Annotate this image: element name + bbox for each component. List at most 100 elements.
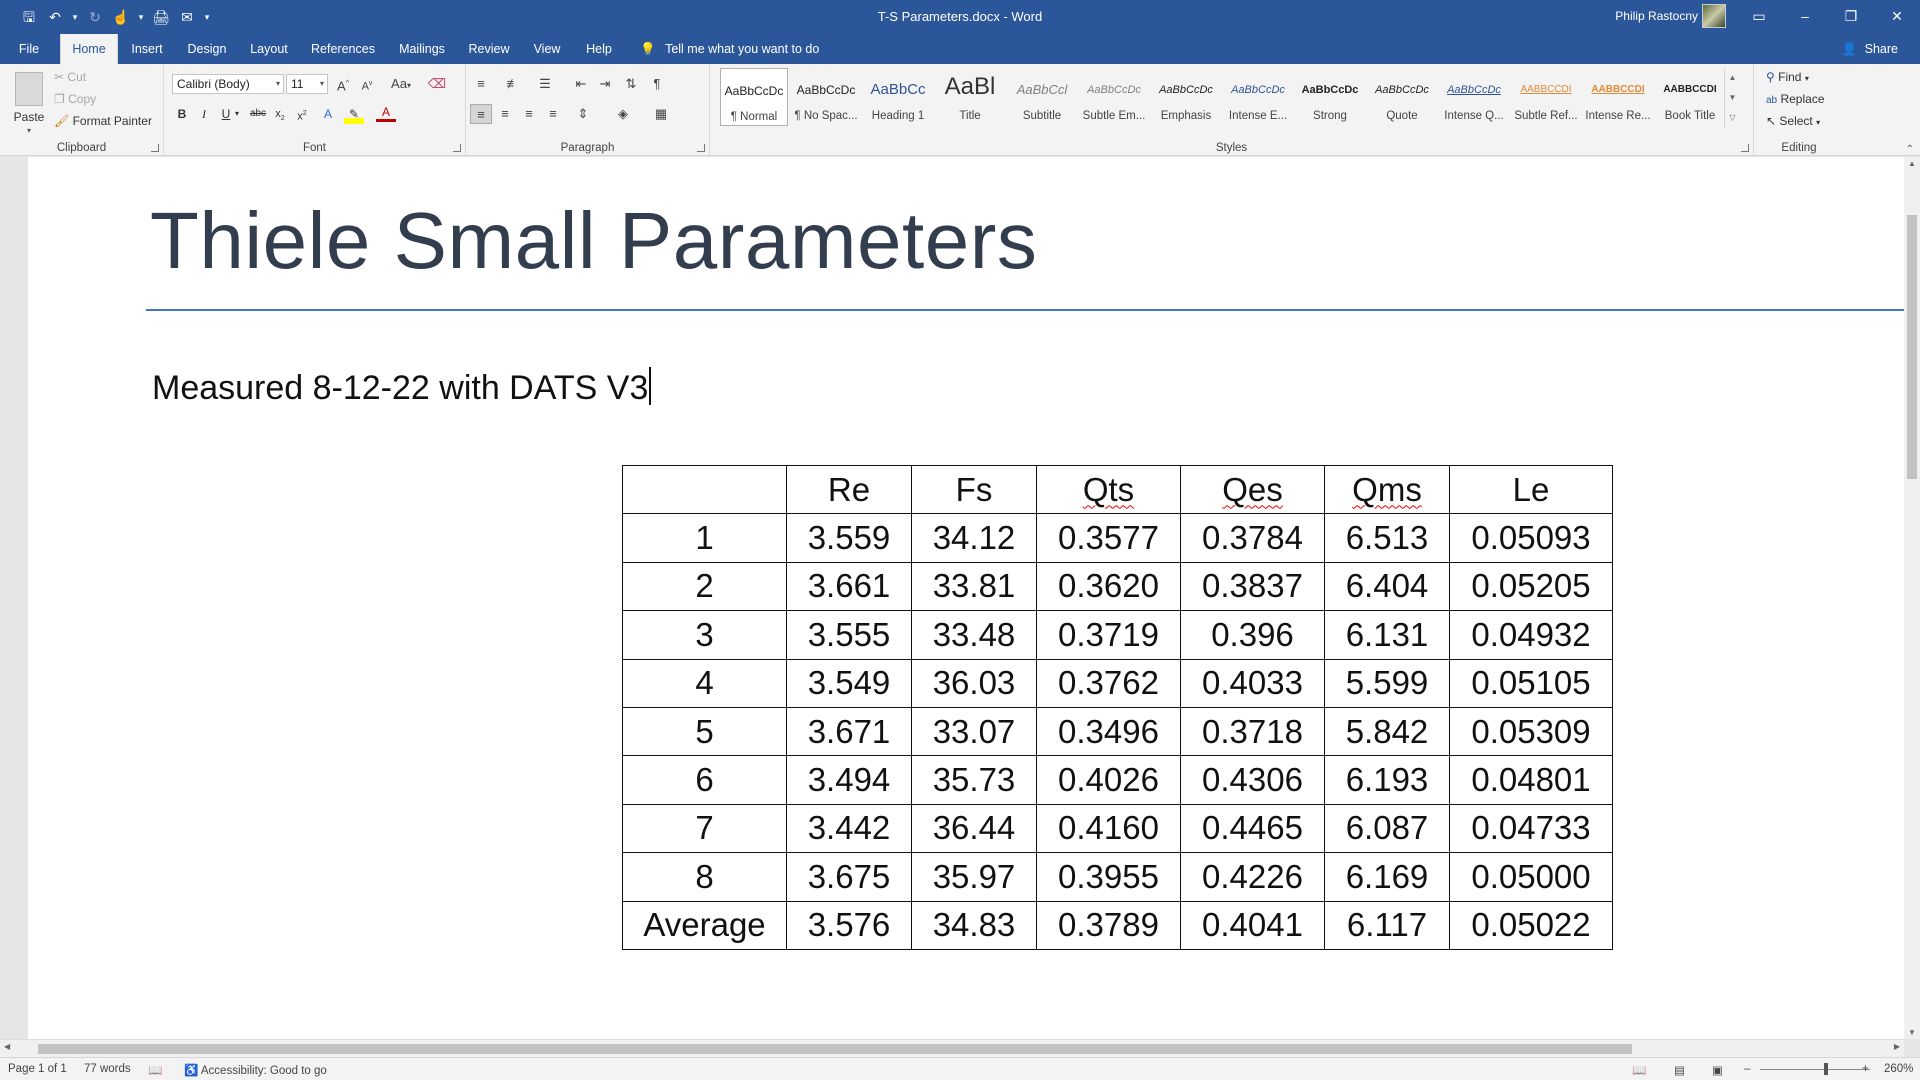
paragraph-dialog-launcher[interactable] [697,144,705,152]
italic-icon[interactable]: I [194,104,214,124]
restore-button[interactable]: ❐ [1828,0,1874,34]
table-cell[interactable]: 0.4160 [1036,803,1181,854]
table-cell[interactable]: 5.599 [1324,658,1450,708]
document-subtitle[interactable]: Measured 8-12-22 with DATS V3 [152,367,652,408]
highlight-icon[interactable]: ✎ [344,104,364,124]
collapse-ribbon-icon[interactable]: ⌃ [1906,144,1914,155]
table-cell[interactable]: 0.4026 [1036,755,1181,805]
superscript-icon[interactable]: x2 [292,104,312,124]
row-label-cell[interactable]: 1 [622,513,787,563]
tab-help[interactable]: Help [580,34,618,64]
table-cell[interactable]: 0.05105 [1449,658,1613,708]
table-header-cell[interactable]: Qms [1324,464,1450,515]
zoom-out-icon[interactable]: – [1744,1063,1750,1075]
table-cell[interactable]: 35.73 [911,755,1037,805]
print-layout-icon[interactable]: ▤ [1674,1063,1685,1077]
table-cell[interactable]: 0.3784 [1180,513,1325,563]
style-intense-quote[interactable]: AaBbCcDc Intense Q... [1440,68,1508,126]
replace-button[interactable]: ab Replace [1766,92,1825,106]
accessibility-status[interactable]: ♿ Accessibility: Good to go [184,1063,327,1077]
table-cell[interactable]: 3.576 [786,900,912,950]
tab-layout[interactable]: Layout [244,34,294,64]
table-cell[interactable]: 0.05309 [1449,706,1613,757]
row-label-cell[interactable]: 7 [622,803,787,854]
table-cell[interactable]: 35.97 [911,852,1037,902]
table-cell[interactable]: 3.559 [786,513,912,563]
select-button[interactable]: ↖ Select ▾ [1766,114,1820,128]
line-spacing-icon[interactable]: ⇕ [572,104,594,124]
table-cell[interactable]: 36.44 [911,803,1037,854]
clear-formatting-icon[interactable]: ⌫ [426,74,448,94]
table-cell[interactable]: 36.03 [911,658,1037,708]
row-label-cell[interactable]: 3 [622,610,787,660]
table-header-cell[interactable]: Re [786,464,912,515]
align-right-icon[interactable]: ≡ [518,104,540,124]
table-header-cell[interactable]: Qes [1180,464,1325,515]
ribbon-display-options-button[interactable]: ▭ [1736,0,1782,34]
table-cell[interactable]: 33.07 [911,706,1037,757]
grow-font-icon[interactable]: A^ [332,74,354,94]
table-cell[interactable]: 3.442 [786,803,912,854]
vertical-scroll-thumb[interactable] [1907,215,1917,479]
scroll-up-icon[interactable]: ▲ [1904,159,1920,168]
font-dialog-launcher[interactable] [453,144,461,152]
table-cell[interactable]: 0.396 [1180,610,1325,660]
table-cell[interactable]: 0.3837 [1180,561,1325,612]
close-button[interactable]: ✕ [1874,0,1920,34]
gallery-up-icon[interactable]: ▲ [1725,68,1740,88]
gallery-down-icon[interactable]: ▼ [1725,88,1740,108]
read-mode-icon[interactable]: 📖 [1632,1063,1646,1077]
user-avatar[interactable] [1702,4,1726,28]
horizontal-scrollbar[interactable]: ◀ ▶ [0,1039,1904,1057]
table-cell[interactable]: 0.05093 [1449,513,1613,563]
shading-icon[interactable]: ◈ [612,104,634,124]
table-cell[interactable]: 33.81 [911,561,1037,612]
table-cell[interactable]: 3.671 [786,706,912,757]
table-cell[interactable]: 0.3955 [1036,852,1181,902]
tab-home[interactable]: Home [60,34,118,64]
paste-button[interactable]: Paste ▾ [8,68,50,142]
align-center-icon[interactable]: ≡ [494,104,516,124]
font-size-combo[interactable]: 11 ▾ [286,74,328,94]
style-heading-1[interactable]: AaBbCc Heading 1 [864,68,932,126]
scroll-right-icon[interactable]: ▶ [1894,1042,1900,1051]
row-label-cell[interactable]: 8 [622,852,787,902]
scroll-left-icon[interactable]: ◀ [4,1042,10,1051]
style-book-title[interactable]: AABBCCDI Book Title [1656,68,1724,126]
decrease-indent-icon[interactable]: ⇤ [570,74,592,94]
sort-icon[interactable]: ⇅ [620,74,642,94]
table-cell[interactable]: 6.131 [1324,610,1450,660]
paste-dropdown-icon[interactable]: ▾ [8,126,50,135]
borders-icon[interactable]: ▦ [650,104,672,124]
table-cell[interactable]: 0.05022 [1449,900,1613,950]
table-cell[interactable]: 0.4041 [1180,900,1325,950]
table-cell[interactable]: 0.4226 [1180,852,1325,902]
table-cell[interactable]: 6.193 [1324,755,1450,805]
table-cell[interactable]: 0.3718 [1180,706,1325,757]
cut-button[interactable]: ✂ Cut [54,70,86,84]
clipboard-dialog-launcher[interactable] [151,144,159,152]
change-case-icon[interactable]: Aa▾ [386,74,416,94]
share-button[interactable]: 👤 Share [1842,34,1898,64]
table-cell[interactable]: 6.404 [1324,561,1450,612]
style-subtle-emphasis[interactable]: AaBbCcDc Subtle Em... [1080,68,1148,126]
styles-dialog-launcher[interactable] [1741,144,1749,152]
tab-file[interactable]: File [10,34,48,64]
underline-dropdown-icon[interactable]: ▾ [232,104,242,124]
user-name[interactable]: Philip Rastocny [1615,9,1698,23]
numbering-icon[interactable]: ≢ [502,74,524,94]
table-cell[interactable]: 3.661 [786,561,912,612]
row-label-cell[interactable]: 6 [622,755,787,805]
zoom-in-icon[interactable]: + [1862,1063,1869,1075]
tab-insert[interactable]: Insert [126,34,168,64]
table-cell[interactable]: 6.087 [1324,803,1450,854]
table-cell[interactable]: 3.675 [786,852,912,902]
table-cell[interactable]: 0.05000 [1449,852,1613,902]
table-header-cell[interactable]: Qts [1036,464,1181,515]
table-cell[interactable]: 34.83 [911,900,1037,950]
web-layout-icon[interactable]: ▣ [1712,1063,1723,1077]
table-cell[interactable]: 0.05205 [1449,561,1613,612]
table-cell[interactable]: 6.513 [1324,513,1450,563]
style-intense-emphasis[interactable]: AaBbCcDc Intense E... [1224,68,1292,126]
style-normal[interactable]: AaBbCcDc ¶ Normal [720,68,788,126]
